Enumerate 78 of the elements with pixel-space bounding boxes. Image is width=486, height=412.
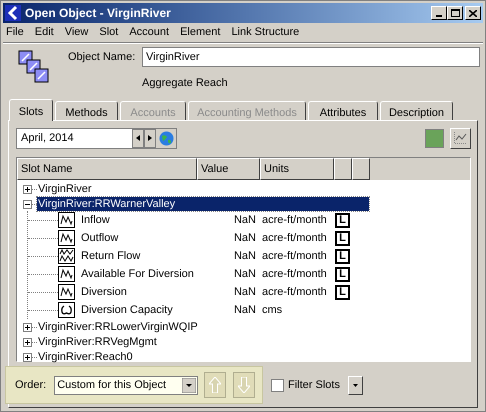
value-cell-text: NaN (232, 266, 256, 282)
value-cell-text: NaN (232, 284, 256, 300)
expand-icon[interactable] (23, 322, 32, 332)
flag-badge: L (335, 266, 350, 282)
tree-item[interactable]: VirginRiver (37, 182, 369, 196)
tree-item[interactable]: VirginRiver:RRVegMgmt (37, 335, 369, 349)
slot-name[interactable]: Inflow (81, 212, 198, 228)
chart-icon (454, 132, 467, 144)
units-cell-text: acre-ft/month (262, 266, 328, 282)
zigzag-line-icon (58, 230, 75, 246)
flag-badge: L (335, 248, 350, 264)
object-name-label: Object Name: (68, 50, 136, 65)
tree-item[interactable]: VirginRiver:RRLowerVirginWQIP (37, 320, 369, 334)
dropdown-arrow-icon (182, 378, 196, 392)
up-arrow-icon (209, 377, 222, 393)
menu-item[interactable]: Link Structure (231, 24, 300, 41)
window-title: Open Object - VirginRiver (25, 5, 171, 22)
column-header[interactable]: Slot Name (17, 158, 197, 180)
menu-item[interactable]: Edit (34, 24, 54, 41)
menu-item[interactable]: Element (180, 24, 220, 41)
color-swatch[interactable] (425, 128, 444, 148)
slot-name[interactable]: Return Flow (81, 248, 198, 264)
units-cell-text: acre-ft/month (262, 284, 328, 300)
menu-item[interactable]: View (64, 24, 88, 41)
app-icon (5, 5, 21, 21)
column-header[interactable]: Value (197, 158, 260, 180)
collapse-icon[interactable] (23, 200, 32, 208)
expand-icon[interactable] (23, 352, 32, 362)
tree-item[interactable]: VirginRiver:RRWarnerValley (37, 197, 369, 211)
expand-icon[interactable] (23, 184, 32, 194)
slot-name[interactable]: Diversion Capacity (81, 302, 198, 318)
caret-icon (352, 384, 358, 386)
zigzag-line-icon (58, 212, 75, 228)
object-type-label: Aggregate Reach (142, 76, 229, 91)
units-cell-text: acre-ft/month (262, 230, 328, 246)
plot-button[interactable] (450, 128, 471, 148)
tab[interactable]: Attributes (308, 101, 378, 120)
filter-menu-button[interactable] (348, 376, 363, 394)
maximize-button[interactable] (447, 6, 463, 20)
zigzag-line-icon (58, 266, 75, 282)
flag-badge: L (335, 284, 350, 300)
column-header[interactable]: Units (260, 158, 334, 180)
double-zigzag-icon (58, 248, 75, 264)
flag-badge: L (335, 230, 350, 246)
value-cell-text: NaN (232, 212, 256, 228)
close-button[interactable] (465, 6, 481, 20)
tab[interactable]: Methods (55, 101, 118, 120)
maximize-icon (450, 9, 460, 17)
zigzag-line-icon (58, 284, 75, 300)
tab[interactable]: Description (380, 101, 453, 120)
units-cell-text: acre-ft/month (262, 248, 328, 264)
slot-name[interactable]: Diversion (81, 284, 198, 300)
column-header[interactable] (334, 158, 352, 180)
object-name-field[interactable]: VirginRiver (142, 47, 480, 67)
units-cell-text: acre-ft/month (262, 212, 328, 228)
minimize-button[interactable] (431, 6, 447, 20)
order-dropdown[interactable]: Custom for this Object (54, 376, 198, 394)
slot-name[interactable]: Available For Diversion (81, 266, 198, 282)
value-cell-text: NaN (232, 230, 256, 246)
menu-item[interactable]: File (6, 24, 24, 41)
filter-slots-label: Filter Slots (288, 378, 340, 393)
column-header[interactable] (352, 158, 370, 180)
close-icon (469, 10, 477, 16)
order-label: Order: (15, 378, 46, 393)
value-cell-text: NaN (232, 248, 256, 264)
filter-checkbox[interactable] (271, 378, 284, 392)
menu-item[interactable]: Slot (99, 24, 118, 41)
expand-icon[interactable] (23, 338, 32, 346)
omega-icon (58, 302, 75, 318)
units-cell-text: cms (262, 302, 284, 318)
menu-item[interactable]: Account (129, 24, 170, 41)
slot-name[interactable]: Outflow (81, 230, 198, 246)
tab[interactable]: Slots (9, 99, 53, 121)
value-cell-text: NaN (232, 302, 256, 318)
tree-item[interactable]: VirginRiver:Reach0 (37, 350, 369, 364)
down-arrow-icon (238, 377, 250, 393)
minimize-icon (436, 15, 442, 17)
flag-badge: L (335, 212, 350, 228)
